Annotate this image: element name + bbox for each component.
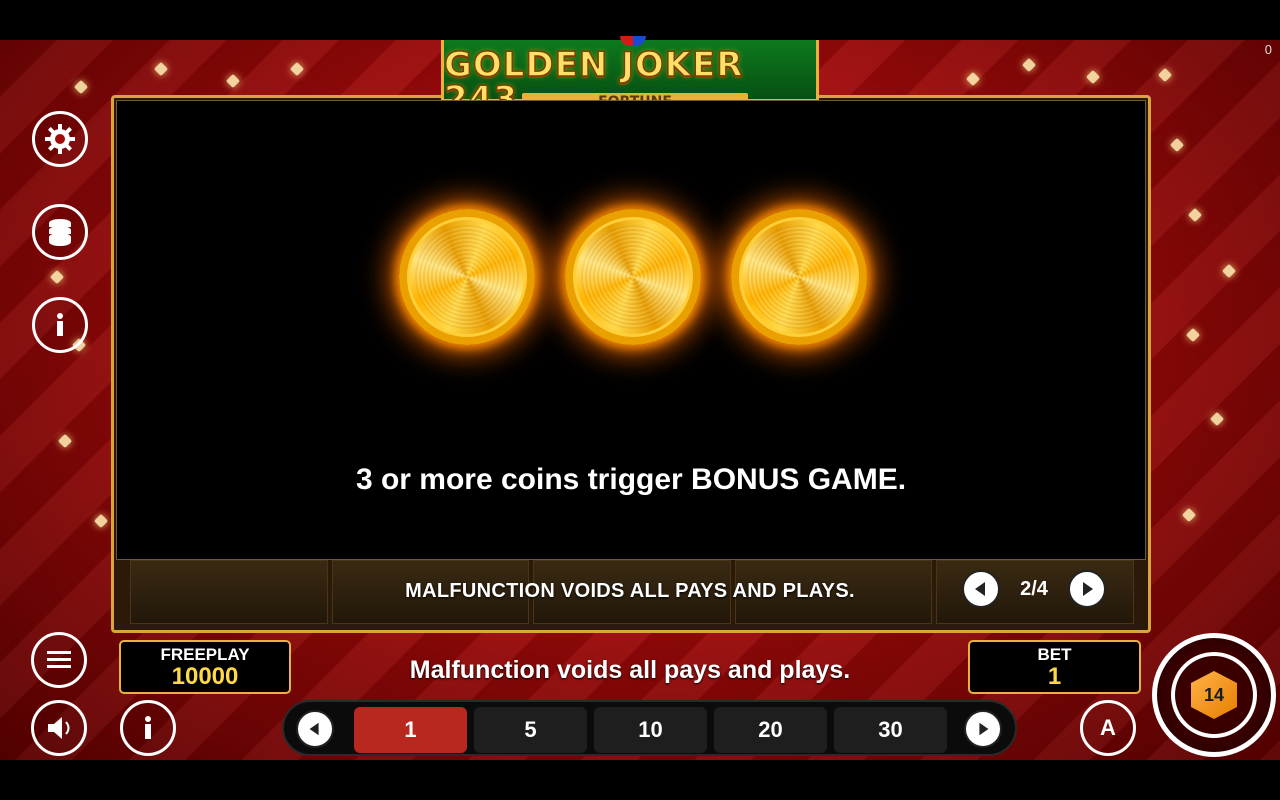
- gear-icon: [45, 124, 75, 154]
- paytable-disclaimer: MALFUNCTION VOIDS ALL PAYS AND PLAYS.: [405, 580, 855, 602]
- balance-display: FREEPLAY 10000: [119, 640, 291, 694]
- info-icon: [145, 716, 151, 739]
- next-page-button[interactable]: [1068, 570, 1106, 608]
- coin-symbols: [399, 209, 867, 345]
- balance-value: 10000: [171, 663, 239, 690]
- paytable-pager: 2/4: [962, 570, 1106, 608]
- coin-icon: [399, 209, 535, 345]
- bet-display: BET 1: [968, 640, 1141, 694]
- hamburger-icon: [47, 651, 71, 668]
- provider-logo-text: 14: [1203, 684, 1225, 705]
- bet-selector: 1 5 10 20 30: [282, 700, 1017, 756]
- settings-button[interactable]: [32, 111, 88, 167]
- spin-button[interactable]: 14: [1152, 633, 1276, 757]
- bet-option-20[interactable]: 20: [714, 707, 827, 753]
- autoplay-button[interactable]: A: [1080, 700, 1136, 756]
- page-indicator: 2/4: [1020, 577, 1048, 600]
- bet-increase-button[interactable]: [964, 710, 1002, 748]
- balance-label: FREEPLAY: [160, 645, 250, 664]
- info-button[interactable]: [32, 297, 88, 353]
- arrow-left-icon: [975, 582, 985, 596]
- corner-counter: 0: [1264, 42, 1272, 57]
- bet-option-1[interactable]: 1: [354, 707, 467, 753]
- spin-ring-icon: 14: [1171, 652, 1257, 738]
- info-icon: [57, 313, 63, 336]
- game-logo: GOLDEN JOKER 243 FORTUNE: [441, 36, 819, 117]
- speaker-icon: [48, 717, 70, 739]
- arrow-right-icon: [1083, 582, 1093, 596]
- autoplay-label: A: [1100, 715, 1116, 740]
- bet-label: BET: [1037, 645, 1072, 664]
- menu-button[interactable]: [31, 632, 87, 688]
- bet-option-10[interactable]: 10: [594, 707, 707, 753]
- reel-cell: [130, 560, 328, 624]
- bet-option-5[interactable]: 5: [474, 707, 587, 753]
- footer-message: Malfunction voids all pays and plays.: [409, 656, 851, 684]
- coin-icon: [565, 209, 701, 345]
- bet-value: 1: [1047, 663, 1062, 690]
- arrow-right-icon: [979, 722, 989, 736]
- paytable-description: 3 or more coins trigger BONUS GAME.: [355, 463, 907, 496]
- bet-decrease-button[interactable]: [296, 710, 334, 748]
- bet-option-30[interactable]: 30: [834, 707, 947, 753]
- coin-stack-icon: [49, 219, 71, 246]
- paytable-panel: 3 or more coins trigger BONUS GAME.: [116, 100, 1146, 560]
- prev-page-button[interactable]: [962, 570, 1000, 608]
- provider-logo-icon: 14: [1191, 671, 1237, 719]
- sound-button[interactable]: [31, 700, 87, 756]
- paytable-info-button[interactable]: [120, 700, 176, 756]
- bet-settings-button[interactable]: [32, 204, 88, 260]
- arrow-left-icon: [309, 722, 319, 736]
- coin-icon: [731, 209, 867, 345]
